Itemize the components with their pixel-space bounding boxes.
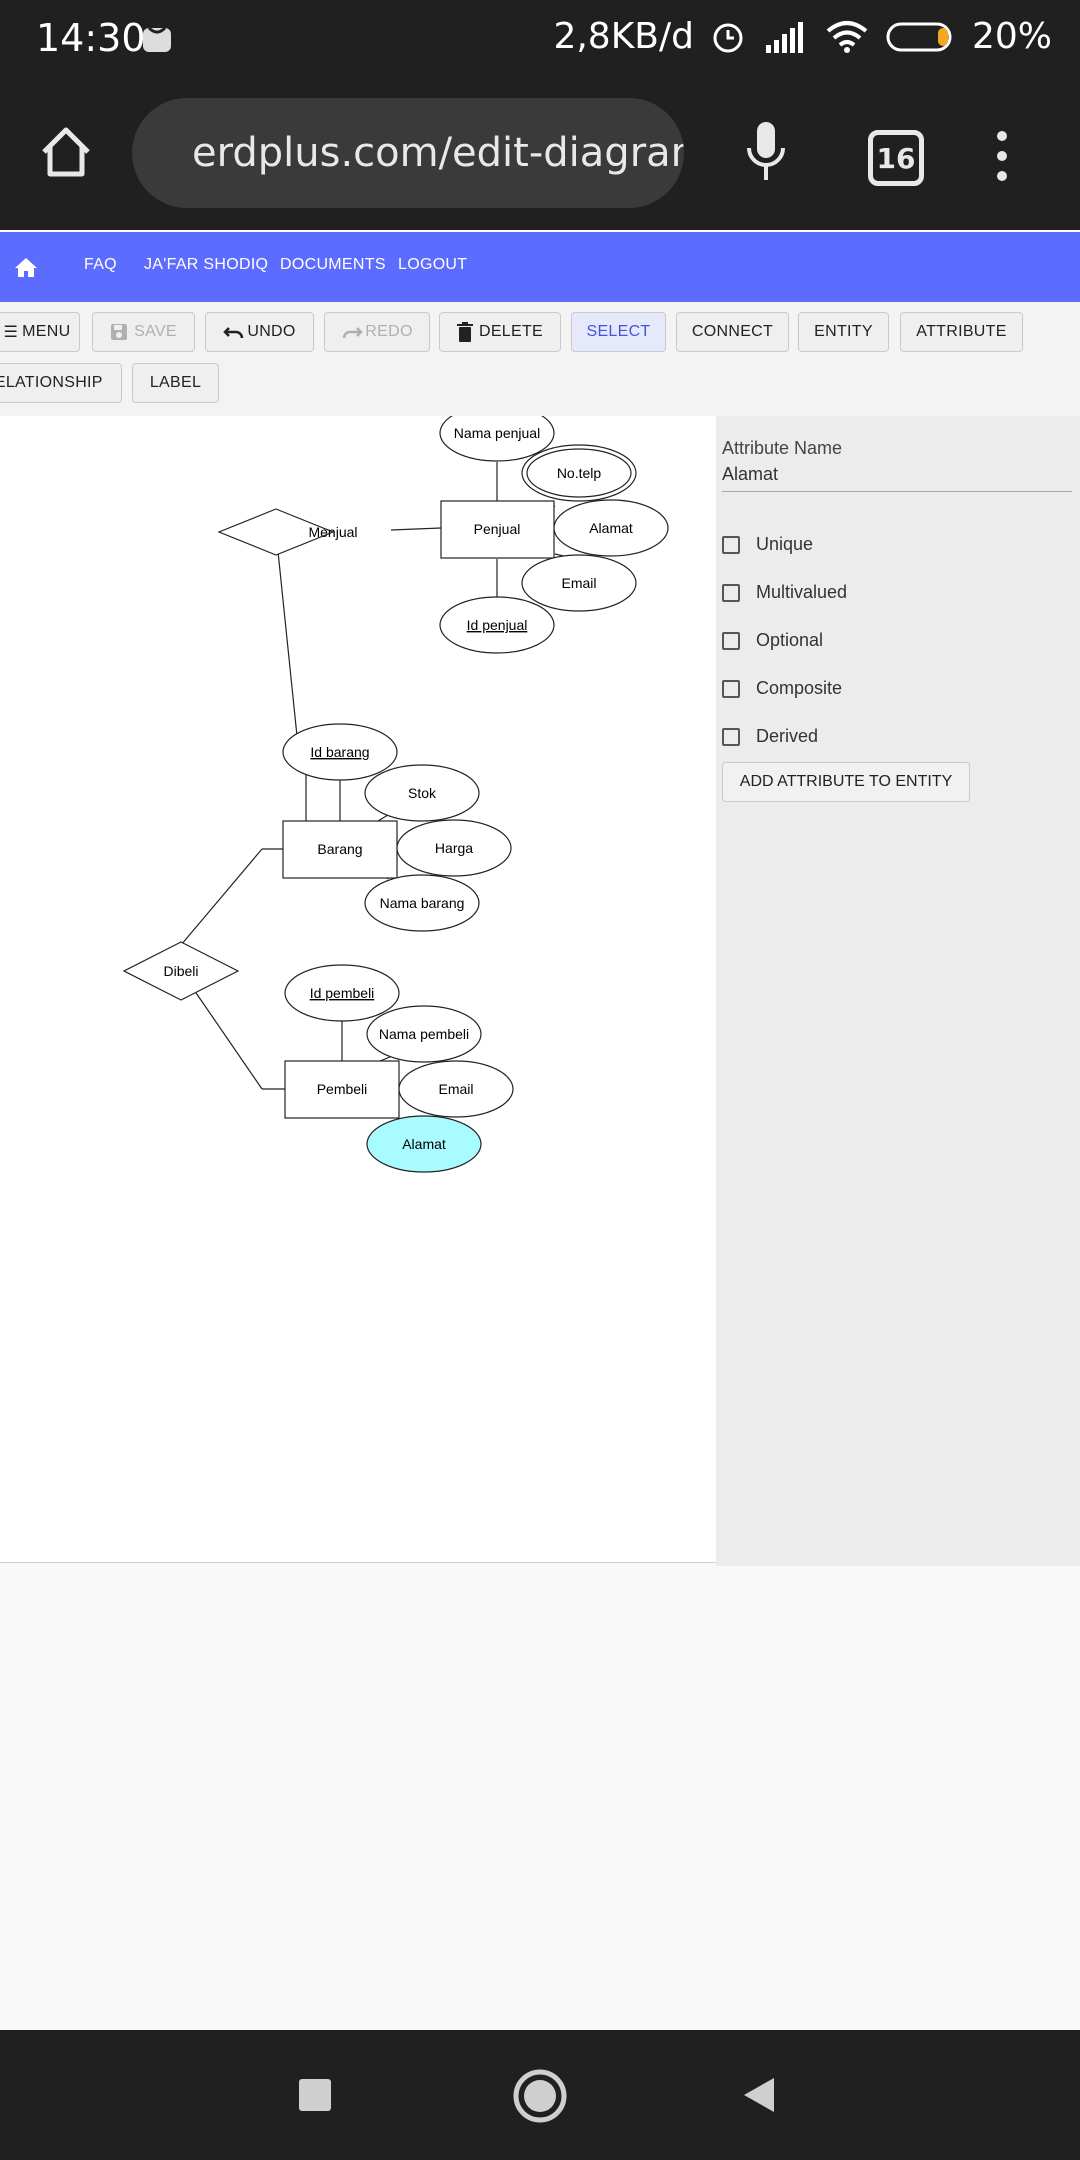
menu-icon: ☰: [3, 324, 19, 341]
attribute-id-penjual[interactable]: Id penjual: [439, 596, 555, 654]
entity-label: Pembeli: [317, 1081, 368, 1097]
signal-icon: [765, 21, 803, 53]
network-speed: 2,8KB/d: [553, 16, 694, 57]
browser-toolbar: erdplus.com/edit-diagram 16: [0, 78, 1080, 230]
relationship-label: Dibeli: [163, 963, 198, 979]
entity-penjual[interactable]: Penjual: [440, 500, 555, 559]
notification-icon: [143, 26, 171, 52]
address-bar[interactable]: erdplus.com/edit-diagram: [132, 98, 684, 208]
svg-text:Id barang: Id barang: [310, 744, 369, 760]
url-text: erdplus.com/edit-diagram: [192, 130, 684, 176]
diagram-canvas[interactable]: Menjual Dibeli Penjual Barang Pembeli Na…: [0, 404, 716, 1563]
relationship-label: Menjual: [308, 524, 357, 540]
recents-icon[interactable]: [298, 2078, 332, 2112]
svg-text:Email: Email: [438, 1081, 473, 1097]
battery-icon: [886, 22, 952, 51]
editor-toolbar: ☰ MENU SAVE UNDO REDO DELETE SELECT CONNE…: [0, 302, 1080, 416]
attribute-stok[interactable]: Stok: [364, 764, 480, 822]
attribute-name-label: Attribute Name: [722, 438, 843, 458]
redo-icon: [343, 327, 364, 339]
save-button[interactable]: SAVE: [92, 312, 195, 352]
add-attribute-button[interactable]: ADD ATTRIBUTE TO ENTITY: [722, 762, 970, 802]
entity-pembeli[interactable]: Pembeli: [284, 1060, 400, 1119]
label-tool-button[interactable]: LABEL: [132, 363, 219, 403]
entity-label: Penjual: [474, 521, 521, 537]
relationship-dibeli[interactable]: Dibeli: [122, 941, 240, 1001]
home-icon[interactable]: [40, 126, 92, 178]
svg-text:Stok: Stok: [408, 785, 437, 801]
nav-logout[interactable]: LOGOUT: [398, 256, 467, 274]
svg-text:Nama barang: Nama barang: [380, 895, 465, 911]
microphone-icon[interactable]: [744, 120, 788, 184]
entity-label: Barang: [317, 841, 362, 857]
attribute-no-telp[interactable]: No.telp: [521, 444, 637, 502]
svg-text:Email: Email: [561, 575, 596, 591]
battery-level: 20%: [971, 16, 1052, 57]
derived-checkbox[interactable]: Derived: [722, 726, 818, 747]
attribute-id-pembeli[interactable]: Id pembeli: [284, 964, 400, 1022]
svg-text:Id penjual: Id penjual: [467, 617, 528, 633]
attribute-tool-button[interactable]: ATTRIBUTE: [900, 312, 1023, 352]
attribute-id-barang[interactable]: Id barang: [282, 723, 398, 781]
home-button-icon[interactable]: [512, 2068, 568, 2124]
connect-tool-button[interactable]: CONNECT: [676, 312, 789, 352]
save-icon: [111, 324, 128, 340]
menu-button[interactable]: ☰ MENU: [0, 312, 80, 352]
attribute-alamat-pembeli-selected[interactable]: Alamat: [366, 1115, 482, 1173]
attribute-email-penjual[interactable]: Email: [521, 554, 637, 612]
entity-barang[interactable]: Barang: [282, 820, 398, 879]
tab-switcher-button[interactable]: 16: [868, 130, 924, 186]
svg-text:Alamat: Alamat: [589, 520, 633, 536]
status-time: 14:30: [36, 16, 146, 60]
overflow-menu-icon[interactable]: [990, 130, 1014, 182]
svg-text:Id pembeli: Id pembeli: [310, 985, 375, 1001]
attribute-harga[interactable]: Harga: [396, 819, 512, 877]
site-navbar: FAQ JA'FAR SHODIQ DOCUMENTS LOGOUT: [0, 232, 1080, 302]
attribute-nama-barang[interactable]: Nama barang: [364, 874, 480, 932]
svg-text:Alamat: Alamat: [402, 1136, 446, 1152]
unique-checkbox[interactable]: Unique: [722, 534, 813, 555]
undo-icon: [223, 327, 244, 339]
nav-documents[interactable]: DOCUMENTS: [280, 256, 386, 274]
relationship-tool-button[interactable]: RELATIONSHIP: [0, 363, 122, 403]
svg-text:Harga: Harga: [435, 840, 473, 856]
properties-panel: Attribute Name Alamat Unique Multivalued…: [716, 416, 1080, 1566]
trash-icon: [456, 322, 473, 342]
svg-text:Nama pembeli: Nama pembeli: [379, 1026, 469, 1042]
wifi-icon: [826, 20, 868, 53]
attribute-name-input[interactable]: Alamat: [722, 464, 1072, 492]
nav-faq[interactable]: FAQ: [84, 256, 117, 274]
undo-button[interactable]: UNDO: [205, 312, 314, 352]
status-bar: 14:30 2,8KB/d 20%: [0, 0, 1080, 78]
svg-text:Nama penjual: Nama penjual: [454, 425, 540, 441]
attribute-email-pembeli[interactable]: Email: [398, 1060, 514, 1118]
relationship-menjual[interactable]: Menjual: [217, 508, 358, 556]
attribute-nama-pembeli[interactable]: Nama pembeli: [366, 1005, 482, 1063]
back-icon[interactable]: [742, 2076, 776, 2114]
nav-user[interactable]: JA'FAR SHODIQ: [144, 256, 268, 274]
redo-button[interactable]: REDO: [324, 312, 430, 352]
svg-text:No.telp: No.telp: [557, 465, 602, 481]
alarm-icon: [713, 23, 743, 52]
select-tool-button[interactable]: SELECT: [571, 312, 666, 352]
entity-tool-button[interactable]: ENTITY: [798, 312, 889, 352]
home-icon[interactable]: [14, 256, 38, 278]
attribute-alamat-penjual[interactable]: Alamat: [553, 499, 669, 557]
composite-checkbox[interactable]: Composite: [722, 678, 842, 699]
delete-button[interactable]: DELETE: [439, 312, 561, 352]
er-diagram[interactable]: Menjual Dibeli Penjual Barang Pembeli Na…: [0, 404, 716, 1562]
multivalued-checkbox[interactable]: Multivalued: [722, 582, 847, 603]
optional-checkbox[interactable]: Optional: [722, 630, 823, 651]
system-nav-bar: [0, 2030, 1080, 2160]
